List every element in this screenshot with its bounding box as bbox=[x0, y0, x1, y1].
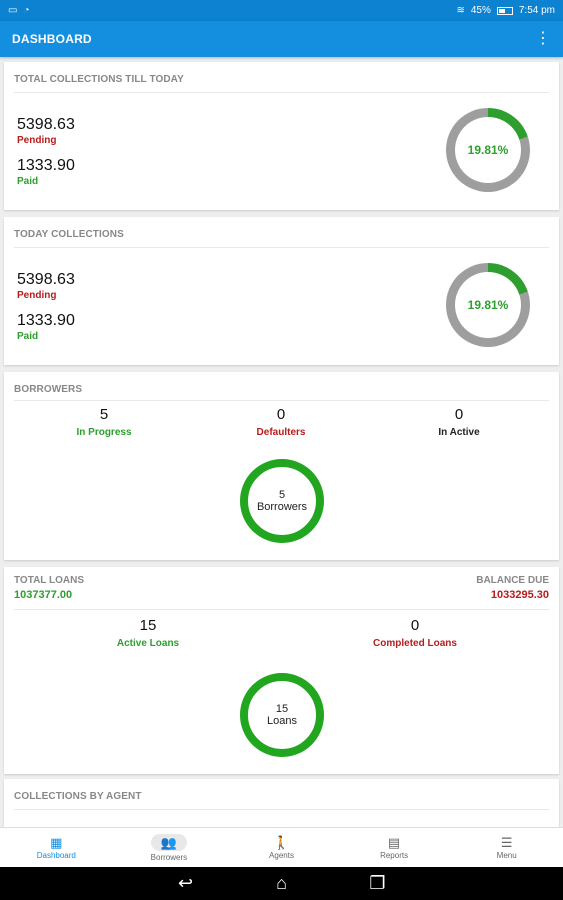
report-icon: ▤ bbox=[387, 834, 401, 850]
in-progress-stat[interactable]: 5 In Progress bbox=[44, 406, 164, 438]
status-bar: ▭ ◔ ≋ 45% 7:54 pm bbox=[0, 0, 563, 21]
paid-value: 1333.90 bbox=[17, 157, 75, 174]
loans-card: TOTAL LOANS BALANCE DUE 1037377.00 10332… bbox=[4, 567, 559, 774]
nav-label: Agents bbox=[269, 850, 294, 860]
divider bbox=[14, 92, 549, 93]
overflow-menu-icon[interactable]: ⋮ bbox=[535, 31, 551, 47]
menu-icon: ☰ bbox=[500, 834, 513, 850]
total-loans-label: TOTAL LOANS bbox=[14, 575, 84, 586]
total-loans-value: 1037377.00 bbox=[14, 589, 73, 601]
nav-label: Reports bbox=[380, 850, 409, 860]
battery-percent: 45% bbox=[470, 5, 491, 16]
people-icon: 👥 bbox=[160, 834, 177, 850]
dashboard-icon: ▦ bbox=[50, 834, 63, 850]
nav-label: Dashboard bbox=[36, 850, 76, 860]
ring-value: 15 bbox=[275, 703, 289, 715]
divider bbox=[14, 809, 549, 810]
defaulters-stat[interactable]: 0 Defaulters bbox=[221, 406, 341, 438]
today-collections-card: TODAY COLLECTIONS 5398.63 Pending 1333.9… bbox=[4, 217, 559, 365]
borrowers-ring: 5 Borrowers bbox=[240, 459, 324, 543]
progress-percent: 19.81% bbox=[467, 143, 509, 157]
total-collections-card: TOTAL COLLECTIONS TILL TODAY 5398.63 Pen… bbox=[4, 62, 559, 210]
stat-label: Completed Loans bbox=[373, 638, 457, 649]
completed-loans-stat[interactable]: 0 Completed Loans bbox=[350, 617, 480, 649]
inactive-stat[interactable]: 0 In Active bbox=[399, 406, 519, 438]
notification-icon: ▭ bbox=[8, 5, 18, 16]
divider bbox=[14, 400, 549, 401]
nav-dashboard[interactable]: ▦ Dashboard bbox=[0, 828, 113, 867]
wifi-icon: ≋ bbox=[456, 5, 465, 16]
borrowers-card: BORROWERS 5 In Progress 0 Defaulters 0 I… bbox=[4, 372, 559, 560]
balance-due-value: 1033295.30 bbox=[490, 589, 549, 601]
nav-borrowers[interactable]: 👥 Borrowers bbox=[113, 828, 226, 867]
nav-label: Menu bbox=[496, 850, 517, 860]
loans-ring: 15 Loans bbox=[240, 673, 324, 757]
stat-value: 0 bbox=[454, 406, 464, 423]
paid-label: Paid bbox=[17, 176, 39, 187]
stat-label: Active Loans bbox=[116, 638, 180, 649]
card-title: COLLECTIONS BY AGENT bbox=[14, 791, 142, 802]
stat-value: 5 bbox=[99, 406, 109, 423]
divider bbox=[14, 609, 549, 610]
stat-value: 0 bbox=[276, 406, 286, 423]
nav-reports[interactable]: ▤ Reports bbox=[338, 828, 451, 867]
collection-progress-donut: 19.81% bbox=[446, 263, 530, 347]
stat-label: In Active bbox=[438, 427, 480, 438]
nav-menu[interactable]: ☰ Menu bbox=[450, 828, 563, 867]
collection-progress-donut: 19.81% bbox=[446, 108, 530, 192]
active-loans-stat[interactable]: 15 Active Loans bbox=[88, 617, 208, 649]
collections-by-agent-card: COLLECTIONS BY AGENT bbox=[4, 779, 559, 827]
ring-label: Loans bbox=[267, 715, 297, 727]
stat-value: 15 bbox=[139, 617, 157, 634]
divider bbox=[14, 247, 549, 248]
home-icon[interactable]: ⌂ bbox=[270, 872, 294, 896]
dashboard-content[interactable]: TOTAL COLLECTIONS TILL TODAY 5398.63 Pen… bbox=[0, 57, 563, 827]
pending-value: 5398.63 bbox=[17, 271, 75, 288]
card-title: TOTAL COLLECTIONS TILL TODAY bbox=[14, 74, 184, 85]
walker-icon: 🚶 bbox=[273, 834, 290, 850]
app-bar: DASHBOARD ⋮ bbox=[0, 21, 563, 57]
tray-icon: ◔ bbox=[23, 5, 30, 16]
nav-label: Borrowers bbox=[150, 852, 188, 862]
pending-value: 5398.63 bbox=[17, 116, 75, 133]
card-title: TODAY COLLECTIONS bbox=[14, 229, 124, 240]
progress-percent: 19.81% bbox=[467, 298, 509, 312]
ring-label: Borrowers bbox=[256, 501, 308, 513]
balance-due-label: BALANCE DUE bbox=[476, 575, 549, 586]
card-title: BORROWERS bbox=[14, 384, 83, 395]
battery-icon bbox=[496, 6, 513, 15]
back-icon[interactable]: ↩ bbox=[174, 872, 198, 896]
stat-label: Defaulters bbox=[256, 427, 306, 438]
nav-agents[interactable]: 🚶 Agents bbox=[225, 828, 338, 867]
pending-label: Pending bbox=[17, 135, 57, 146]
paid-value: 1333.90 bbox=[17, 312, 75, 329]
clock: 7:54 pm bbox=[518, 5, 555, 16]
ring-value: 5 bbox=[278, 489, 286, 501]
system-navigation: ↩ ⌂ ❐ bbox=[0, 867, 563, 900]
paid-label: Paid bbox=[17, 331, 39, 342]
page-title: DASHBOARD bbox=[12, 32, 92, 46]
pending-label: Pending bbox=[17, 290, 57, 301]
recents-icon[interactable]: ❐ bbox=[366, 872, 390, 896]
stat-value: 0 bbox=[410, 617, 420, 634]
bottom-navigation: ▦ Dashboard 👥 Borrowers 🚶 Agents ▤ Repor… bbox=[0, 827, 563, 867]
stat-label: In Progress bbox=[76, 427, 132, 438]
